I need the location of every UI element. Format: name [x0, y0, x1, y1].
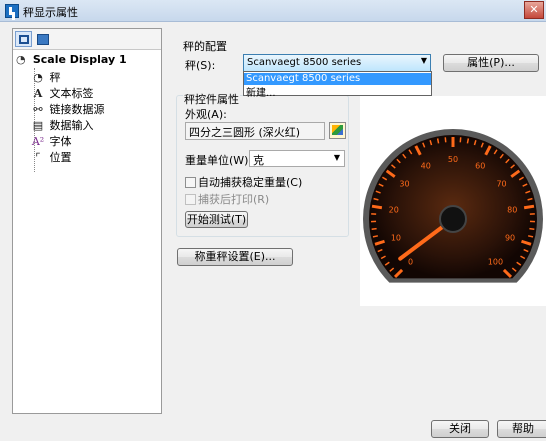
keyboard-icon: ▤: [32, 119, 44, 132]
tree-item-font[interactable]: A² 字体: [30, 133, 72, 149]
gauge-svg: 0 10 20 30 40 50 60 70 80 90 100: [363, 129, 543, 283]
gauge-tick-label: 70: [496, 180, 506, 189]
scale-dropdown-list: Scanvaegt 8500 series 新建...: [243, 71, 432, 99]
gauge-icon: ◔: [33, 71, 43, 84]
checkbox-box: [185, 194, 196, 205]
tree-item-label: 位置: [49, 151, 72, 164]
tree-item-text-label[interactable]: A 文本标签: [30, 85, 94, 101]
window-title: 秤显示属性: [23, 6, 78, 19]
title-bar: 秤显示属性 ✕: [0, 0, 546, 22]
gauge-major-tick: [523, 204, 535, 210]
tree-item-label: 文本标签: [49, 87, 94, 100]
gauge-tick-label: 10: [391, 234, 401, 243]
weight-unit-select[interactable]: 克 ▼: [249, 150, 345, 167]
list-view-icon: [37, 34, 49, 45]
scale-select[interactable]: Scanvaegt 8500 series ▼: [243, 54, 431, 72]
gauge-tick-label: 0: [408, 257, 413, 266]
gauge-tick-label: 30: [399, 180, 409, 189]
scale-config-group-label: 秤的配置: [183, 40, 227, 53]
close-window-button[interactable]: ✕: [524, 1, 544, 19]
auto-capture-checkbox[interactable]: 自动捕获稳定重量(C): [185, 174, 302, 190]
gauge-minor-tick: [527, 235, 534, 238]
print-after-capture-checkbox[interactable]: 捕获后打印(R): [185, 191, 269, 207]
gauge-preview: 0 10 20 30 40 50 60 70 80 90 100: [360, 96, 546, 306]
font-icon: A²: [31, 135, 45, 148]
tree-view-icon: [19, 35, 29, 44]
control-props-group-label: 秤控件属性: [183, 91, 240, 107]
chevron-down-icon: ▼: [420, 56, 427, 65]
scale-settings-button[interactable]: 称重秤设置(E)...: [177, 248, 293, 266]
gauge-icon: ◔: [16, 53, 26, 66]
chevron-down-icon: ▼: [333, 153, 340, 162]
tree-item-position[interactable]: ⌜ 位置: [30, 149, 72, 165]
tree-item-label: 字体: [49, 135, 72, 148]
list-view-button[interactable]: [34, 31, 51, 47]
dropdown-option-new[interactable]: 新建...: [244, 84, 431, 99]
properties-button[interactable]: 属性(P)...: [443, 54, 539, 72]
close-button[interactable]: 关闭: [431, 420, 489, 438]
link-icon: ⚯: [33, 103, 43, 116]
gauge-tick-label: 60: [475, 162, 485, 171]
scale-field-label: 秤(S):: [185, 59, 216, 72]
gauge-tick-label: 100: [488, 257, 503, 266]
gauge-tick-label: 50: [448, 155, 458, 164]
checkbox-box: [185, 177, 196, 188]
appearance-picker-button[interactable]: [329, 122, 346, 139]
gauge-minor-tick: [466, 138, 470, 144]
gauge-major-tick: [371, 204, 383, 210]
tree-item-scale[interactable]: ◔ 秤: [30, 69, 61, 85]
position-icon: ⌜: [35, 151, 41, 164]
weight-unit-value: 克: [253, 154, 264, 167]
tree-item-label: 数据输入: [49, 119, 94, 132]
appearance-field[interactable]: 四分之三圆形 (深火红): [185, 122, 325, 140]
gauge-hub: [439, 205, 467, 233]
start-test-button[interactable]: 开始测试(T): [185, 211, 248, 228]
tree-item-data-source[interactable]: ⚯ 链接数据源: [30, 101, 105, 117]
gauge-minor-tick: [436, 138, 440, 144]
print-after-capture-label: 捕获后打印(R): [198, 193, 270, 206]
help-button[interactable]: 帮助: [497, 420, 546, 438]
text-label-icon: A: [33, 87, 43, 100]
gauge-minor-tick: [371, 227, 377, 231]
auto-capture-label: 自动捕获稳定重量(C): [198, 176, 303, 189]
tree-item-data-input[interactable]: ▤ 数据输入: [30, 117, 94, 133]
gauge-tick-label: 80: [507, 206, 517, 215]
property-tree-panel: ◔ Scale Display 1 ◔ 秤 A 文本标签 ⚯ 链接数据源 ▤ 数…: [12, 28, 162, 414]
gauge-tick-label: 40: [421, 162, 431, 171]
tree-item-label: 链接数据源: [49, 103, 105, 116]
tree-root-scale-display[interactable]: ◔ Scale Display 1: [16, 53, 127, 66]
tree-toolbar: [13, 29, 161, 50]
tree-view-button[interactable]: [15, 31, 32, 47]
tree-item-label: 秤: [49, 71, 61, 84]
scale-select-value: Scanvaegt 8500 series: [247, 57, 362, 68]
appearance-label: 外观(A):: [185, 108, 227, 121]
tree-root-label: Scale Display 1: [32, 53, 127, 66]
weight-unit-label: 重量单位(W):: [185, 154, 253, 167]
gauge-minor-tick: [529, 227, 535, 231]
gauge-tick-label: 90: [505, 234, 515, 243]
gauge-minor-tick: [372, 235, 379, 238]
gauge-tick-label: 20: [389, 206, 399, 215]
app-icon: [5, 4, 19, 18]
